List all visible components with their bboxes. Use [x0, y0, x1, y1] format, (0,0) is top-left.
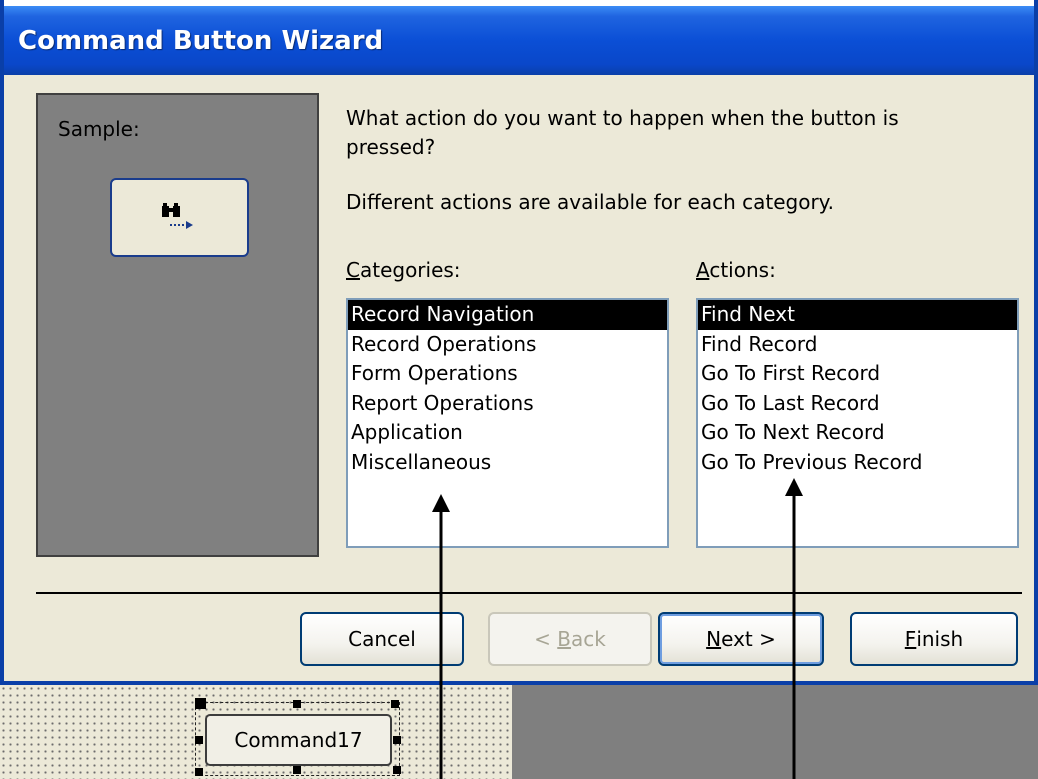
annotation-arrows — [432, 478, 803, 779]
actions-annotation-arrow — [785, 478, 803, 779]
categories-annotation-arrow — [432, 494, 450, 779]
